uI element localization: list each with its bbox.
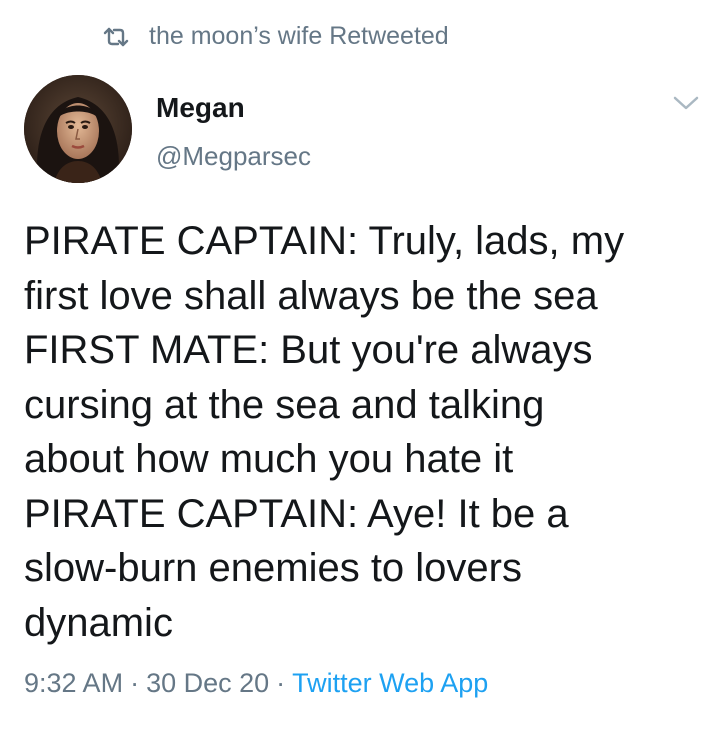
tweet-text: PIRATE CAPTAIN: Truly, lads, my first lo… bbox=[24, 219, 625, 645]
retweet-context[interactable]: the moon’s wife Retweeted bbox=[103, 22, 449, 51]
author-name[interactable]: Megan bbox=[156, 92, 245, 124]
tweet-time[interactable]: 9:32 AM bbox=[24, 668, 123, 698]
tweet-date[interactable]: 30 Dec 20 bbox=[146, 668, 269, 698]
retweet-icon bbox=[103, 27, 129, 46]
tweet-source-link[interactable]: Twitter Web App bbox=[292, 668, 488, 698]
avatar-image bbox=[24, 75, 132, 183]
retweet-label: the moon’s wife Retweeted bbox=[149, 22, 449, 50]
meta-separator: · bbox=[130, 668, 140, 698]
avatar[interactable] bbox=[24, 75, 132, 183]
meta-separator: · bbox=[276, 668, 286, 698]
tweet-meta: 9:32 AM · 30 Dec 20 · Twitter Web App bbox=[24, 668, 488, 699]
author-handle[interactable]: @Megparsec bbox=[156, 141, 311, 172]
chevron-down-icon[interactable] bbox=[673, 95, 699, 111]
